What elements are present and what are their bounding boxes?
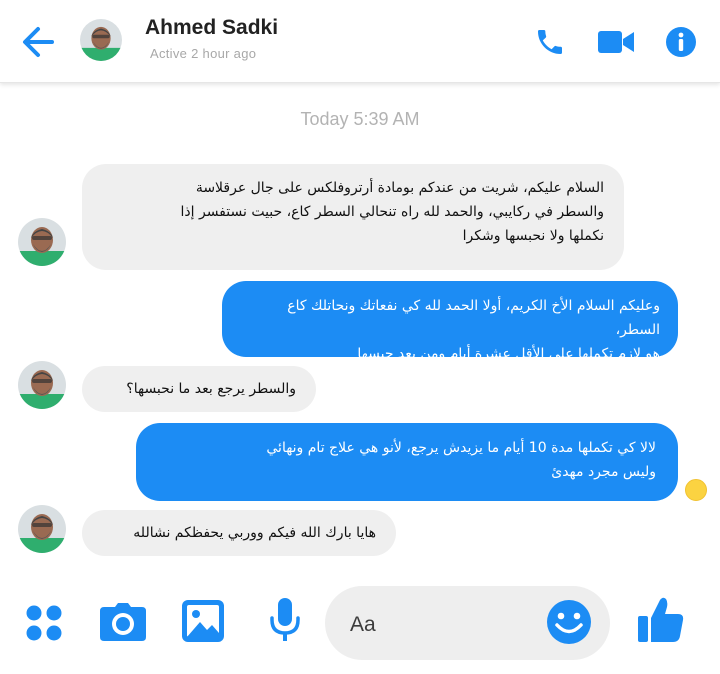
message-line: هايا بارك الله فيكم ووربي يحفظكم نشالله [133,525,376,541]
message-line: وعليكم السلام الأخ الكريم، أولا الحمد لل… [287,298,660,338]
sender-avatar[interactable] [18,218,66,266]
avatar-photo [18,361,66,409]
info-button[interactable] [665,26,697,62]
contact-avatar[interactable] [80,19,122,61]
sender-avatar[interactable] [18,361,66,409]
avatar-photo [18,505,66,553]
camera-icon [100,603,146,641]
avatar-photo [80,19,122,61]
contact-status: Active 2 hour ago [150,46,257,61]
video-call-button[interactable] [597,29,635,59]
message-bubble-outgoing[interactable]: لالا كي تكملها مدة 10 أيام ما يزيدش يرجع… [136,423,678,501]
conversation-timestamp: Today 5:39 AM [300,109,420,129]
message-line: وليس مجرد مهدئ [551,464,656,480]
message-line: السلام عليكم، شريت من عندكم بومادة أرترو… [195,180,604,196]
camera-button[interactable] [100,603,146,645]
message-line: والسطر في ركايبي، والحمد لله راه تنحالي … [180,204,605,220]
message-line: لالا كي تكملها مدة 10 أيام ما يزيدش يرجع… [266,440,656,456]
voice-message-button[interactable] [268,598,302,646]
video-camera-icon [598,31,634,53]
message-line: هو لازم تكملها على الأقل عشرة أيام ومن ب… [357,346,660,362]
sender-avatar[interactable] [18,505,66,553]
message-bubble-outgoing[interactable]: وعليكم السلام الأخ الكريم، أولا الحمد لل… [222,281,678,362]
seen-indicator [685,479,707,501]
message-bubble-incoming[interactable]: هايا بارك الله فيكم ووربي يحفظكم نشالله [82,510,396,556]
message-bubble-incoming[interactable]: السلام عليكم، شريت من عندكم بومادة أرترو… [82,164,624,270]
thumbs-up-icon [638,597,684,642]
emoji-button[interactable] [546,599,592,649]
more-actions-button[interactable] [25,604,63,646]
contact-name: Ahmed Sadki [145,16,279,39]
message-bubble-incoming[interactable]: والسطر يرجع بعد ما نحبسها؟ [82,366,316,412]
avatar-photo [18,218,66,266]
message-line: نكملها ولا نحبسها وشكرا [462,228,604,244]
message-input-placeholder: Aa [350,613,376,636]
conversation-header: Ahmed Sadki Active 2 hour ago [0,0,720,83]
phone-icon [538,30,562,54]
like-button[interactable] [638,596,684,648]
back-arrow-icon [23,27,54,57]
call-button[interactable] [533,26,567,62]
gallery-button[interactable] [182,600,224,646]
smiley-icon [547,600,591,644]
back-button[interactable] [18,24,58,60]
grid-dots-icon [26,605,62,641]
image-icon [182,600,224,642]
info-icon [666,27,696,57]
microphone-icon [270,598,300,641]
message-line: والسطر يرجع بعد ما نحبسها؟ [126,381,296,397]
